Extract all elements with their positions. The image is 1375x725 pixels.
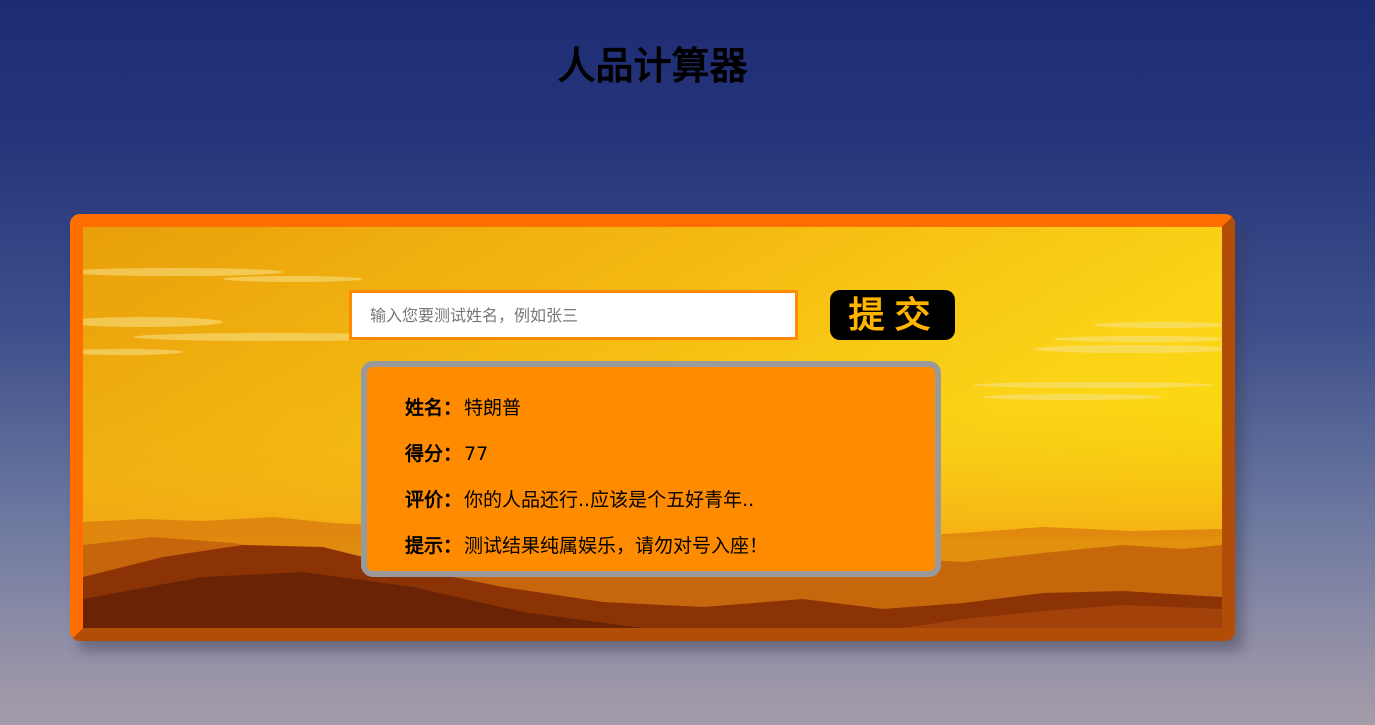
result-label: 提示：: [405, 535, 463, 557]
result-row-tip: 提示： 测试结果纯属娱乐，请勿对号入座！: [405, 523, 935, 569]
result-label: 评价：: [405, 489, 463, 511]
result-label: 得分：: [405, 443, 463, 465]
result-value: 测试结果纯属娱乐，请勿对号入座！: [464, 535, 769, 557]
calculator-card: 提交 姓名：特朗普 得分：77 评价：你的人品还行..应该是个五好青年.. 提示…: [70, 214, 1235, 641]
result-row-comment: 评价： 你的人品还行..应该是个五好青年..: [405, 477, 935, 523]
result-row-name: 姓名： 特朗普: [405, 385, 935, 431]
page-title: 人品计算器: [557, 44, 748, 88]
result-row-score: 得分： 77: [405, 431, 935, 477]
submit-button[interactable]: 提交: [830, 290, 955, 340]
result-value: 77: [464, 443, 489, 465]
result-label: 姓名：: [405, 397, 463, 419]
result-panel: 姓名： 特朗普 得分： 77 评价： 你的人品还行..应该是个五好青年.. 提示： 测试…: [361, 361, 941, 577]
result-value: 你的人品还行..应该是个五好青年..: [464, 489, 755, 511]
name-input[interactable]: [349, 290, 798, 340]
result-value: 特朗普: [464, 397, 522, 419]
